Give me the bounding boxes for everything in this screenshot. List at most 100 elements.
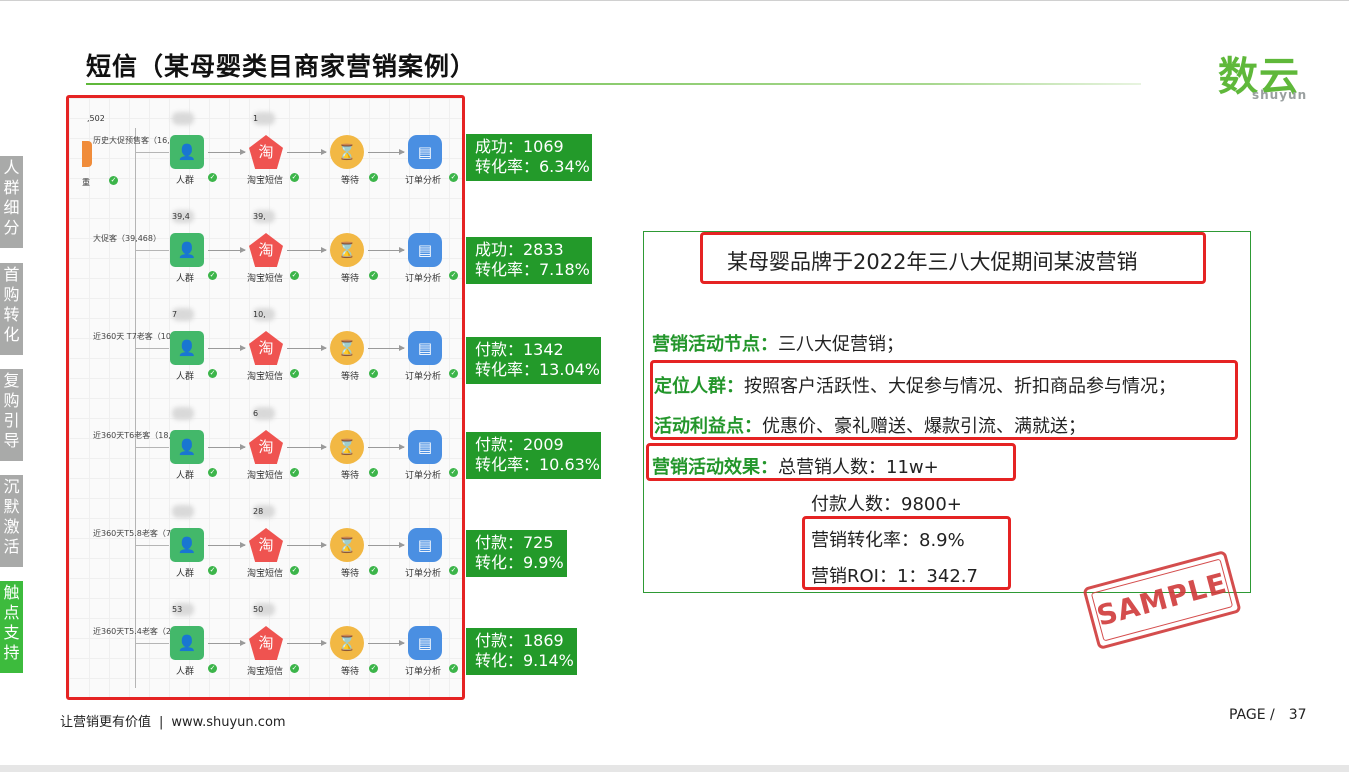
check-icon: ✓ <box>290 271 299 280</box>
check-icon: ✓ <box>290 369 299 378</box>
sms-node-label: 淘宝短信 <box>247 667 284 677</box>
crowd-node-label: 人群 <box>176 372 195 382</box>
sms-node-label: 淘宝短信 <box>247 372 284 382</box>
sms-count: 10, <box>253 310 266 319</box>
order-node[interactable]: ▤ <box>408 233 442 267</box>
wait-node-icon: ⌛ <box>337 143 357 161</box>
order-node-icon: ▤ <box>417 536 433 554</box>
effect-label: 营销活动效果： <box>652 457 778 478</box>
target-row: 定位人群：按照客户活跃性、大促参与情况、折扣商品参与情况； <box>654 372 1176 398</box>
check-icon: ✓ <box>369 369 378 378</box>
wait-node[interactable]: ⌛ <box>330 430 364 464</box>
sms-count: 28 <box>253 507 264 516</box>
page-number: 37 <box>1288 707 1307 723</box>
flow-arrow <box>208 345 246 351</box>
result-line-2: 转化率：6.34% <box>475 157 590 176</box>
check-icon: ✓ <box>290 566 299 575</box>
sidebar-tab-label: 人群细分 <box>3 158 20 237</box>
order-node-icon: ▤ <box>417 634 433 652</box>
crowd-node-icon: 👤 <box>177 536 197 554</box>
sms-node[interactable]: 淘 <box>249 626 283 660</box>
flow-arrow <box>208 247 246 253</box>
result-badge-3: 付款：1342 转化率：13.04% <box>466 337 601 384</box>
order-node[interactable]: ▤ <box>408 626 442 660</box>
crowd-node[interactable]: 👤 <box>170 528 204 562</box>
crowd-node[interactable]: 👤 <box>170 233 204 267</box>
marketing-roi: 营销ROI：1：342.7 <box>811 566 978 587</box>
benefit-row: 活动利益点：优惠价、豪礼赠送、爆款引流、满就送； <box>654 412 1086 438</box>
flow-arrow <box>368 444 405 450</box>
crowd-node[interactable]: 👤 <box>170 430 204 464</box>
flow-arrow <box>368 542 405 548</box>
sms-node[interactable]: 淘 <box>249 331 283 365</box>
wait-node[interactable]: ⌛ <box>330 135 364 169</box>
sidebar-tab-first-purchase[interactable]: 首购转化 <box>0 263 23 355</box>
page-indicator: PAGE / 37 <box>1229 707 1307 723</box>
flow-arrow <box>287 640 327 646</box>
target-value: 按照客户活跃性、大促参与情况、折扣商品参与情况； <box>744 376 1176 397</box>
sms-node[interactable]: 淘 <box>249 233 283 267</box>
flow-arrow <box>208 444 246 450</box>
sms-node[interactable]: 淘 <box>249 135 283 169</box>
order-node-label: 订单分析 <box>405 667 442 677</box>
check-icon: ✓ <box>208 173 217 182</box>
flow-arrow <box>368 247 405 253</box>
footer-url[interactable]: www.shuyun.com <box>171 715 285 730</box>
flow-row: 大促客（39,468） 39,4 39, 👤 人群 ✓ 淘淘宝短信 ✓ ⌛ 等待 ✓ ▤ 订单分析 ✓ <box>69 208 462 288</box>
branch-line <box>135 152 169 153</box>
result-line-1: 付款：1342 <box>475 340 564 359</box>
check-icon: ✓ <box>208 271 217 280</box>
check-icon: ✓ <box>369 173 378 182</box>
sms-node-label: 淘宝短信 <box>247 569 284 579</box>
sms-node-label: 淘宝短信 <box>247 176 284 186</box>
wait-node-icon: ⌛ <box>337 241 357 259</box>
order-node-label: 订单分析 <box>405 176 442 186</box>
order-node[interactable]: ▤ <box>408 528 442 562</box>
flow-arrow <box>208 149 246 155</box>
check-icon: ✓ <box>369 468 378 477</box>
result-badge-5: 付款：725 转化：9.9% <box>466 530 567 577</box>
wait-node[interactable]: ⌛ <box>330 626 364 660</box>
order-node-icon: ▤ <box>417 438 433 456</box>
crowd-node-icon: 👤 <box>177 241 197 259</box>
footer-slogan: 让营销更有价值 <box>60 715 152 730</box>
check-icon: ✓ <box>369 664 378 673</box>
wait-node[interactable]: ⌛ <box>330 331 364 365</box>
crowd-node[interactable]: 👤 <box>170 331 204 365</box>
sidebar-tab-touchpoint[interactable]: 触点支持 <box>0 581 23 673</box>
wait-node-icon: ⌛ <box>337 438 357 456</box>
check-icon: ✓ <box>449 468 458 477</box>
result-line-2: 转化率：13.04% <box>475 360 601 379</box>
sidebar-tab-reactivation[interactable]: 沉默激活 <box>0 475 23 567</box>
branch-line <box>135 643 169 644</box>
crowd-node[interactable]: 👤 <box>170 135 204 169</box>
flow-row: 历史大促预售客（16,864） 1 👤 人群 ✓ 淘淘宝短信 ✓ ⌛ 等待 ✓ ▤ 订单分析 ✓ <box>69 110 462 190</box>
wait-node-icon: ⌛ <box>337 536 357 554</box>
order-node[interactable]: ▤ <box>408 331 442 365</box>
result-line-2: 转化率：10.63% <box>475 455 601 474</box>
order-node[interactable]: ▤ <box>408 135 442 169</box>
sms-node-icon: 淘 <box>258 241 274 259</box>
sidebar-tab-label: 沉默激活 <box>3 477 20 556</box>
result-line-1: 成功：2833 <box>475 240 564 259</box>
footer: 让营销更有价值 | www.shuyun.com <box>60 711 286 730</box>
crowd-node[interactable]: 👤 <box>170 626 204 660</box>
sidebar-tab-crowd-segmentation[interactable]: 人群细分 <box>0 156 23 248</box>
footer-separator: | <box>159 715 164 730</box>
wait-node-label: 等待 <box>341 569 360 579</box>
sms-node[interactable]: 淘 <box>249 430 283 464</box>
order-node[interactable]: ▤ <box>408 430 442 464</box>
check-icon: ✓ <box>449 173 458 182</box>
sms-count: 39, <box>253 212 266 221</box>
flow-row: 近360天 T7老客（10,297） 7 10, 👤 人群 ✓ 淘淘宝短信 ✓ ⌛ 等待 ✓ ▤ 订单分… <box>69 306 462 386</box>
result-line-1: 成功：1069 <box>475 137 564 156</box>
flow-row: 近360天T5.8老客（7,602） 28 👤 人群 ✓ 淘淘宝短信 ✓ ⌛ 等待 ✓ ▤ 订单分析 ✓ <box>69 503 462 583</box>
wait-node[interactable]: ⌛ <box>330 528 364 562</box>
crowd-node-icon: 👤 <box>177 634 197 652</box>
wait-node-icon: ⌛ <box>337 339 357 357</box>
sidebar-tab-repurchase[interactable]: 复购引导 <box>0 369 23 461</box>
crowd-node-icon: 👤 <box>177 143 197 161</box>
wait-node[interactable]: ⌛ <box>330 233 364 267</box>
brand-logo: 数云 shuyun <box>1218 44 1308 104</box>
sms-node[interactable]: 淘 <box>249 528 283 562</box>
